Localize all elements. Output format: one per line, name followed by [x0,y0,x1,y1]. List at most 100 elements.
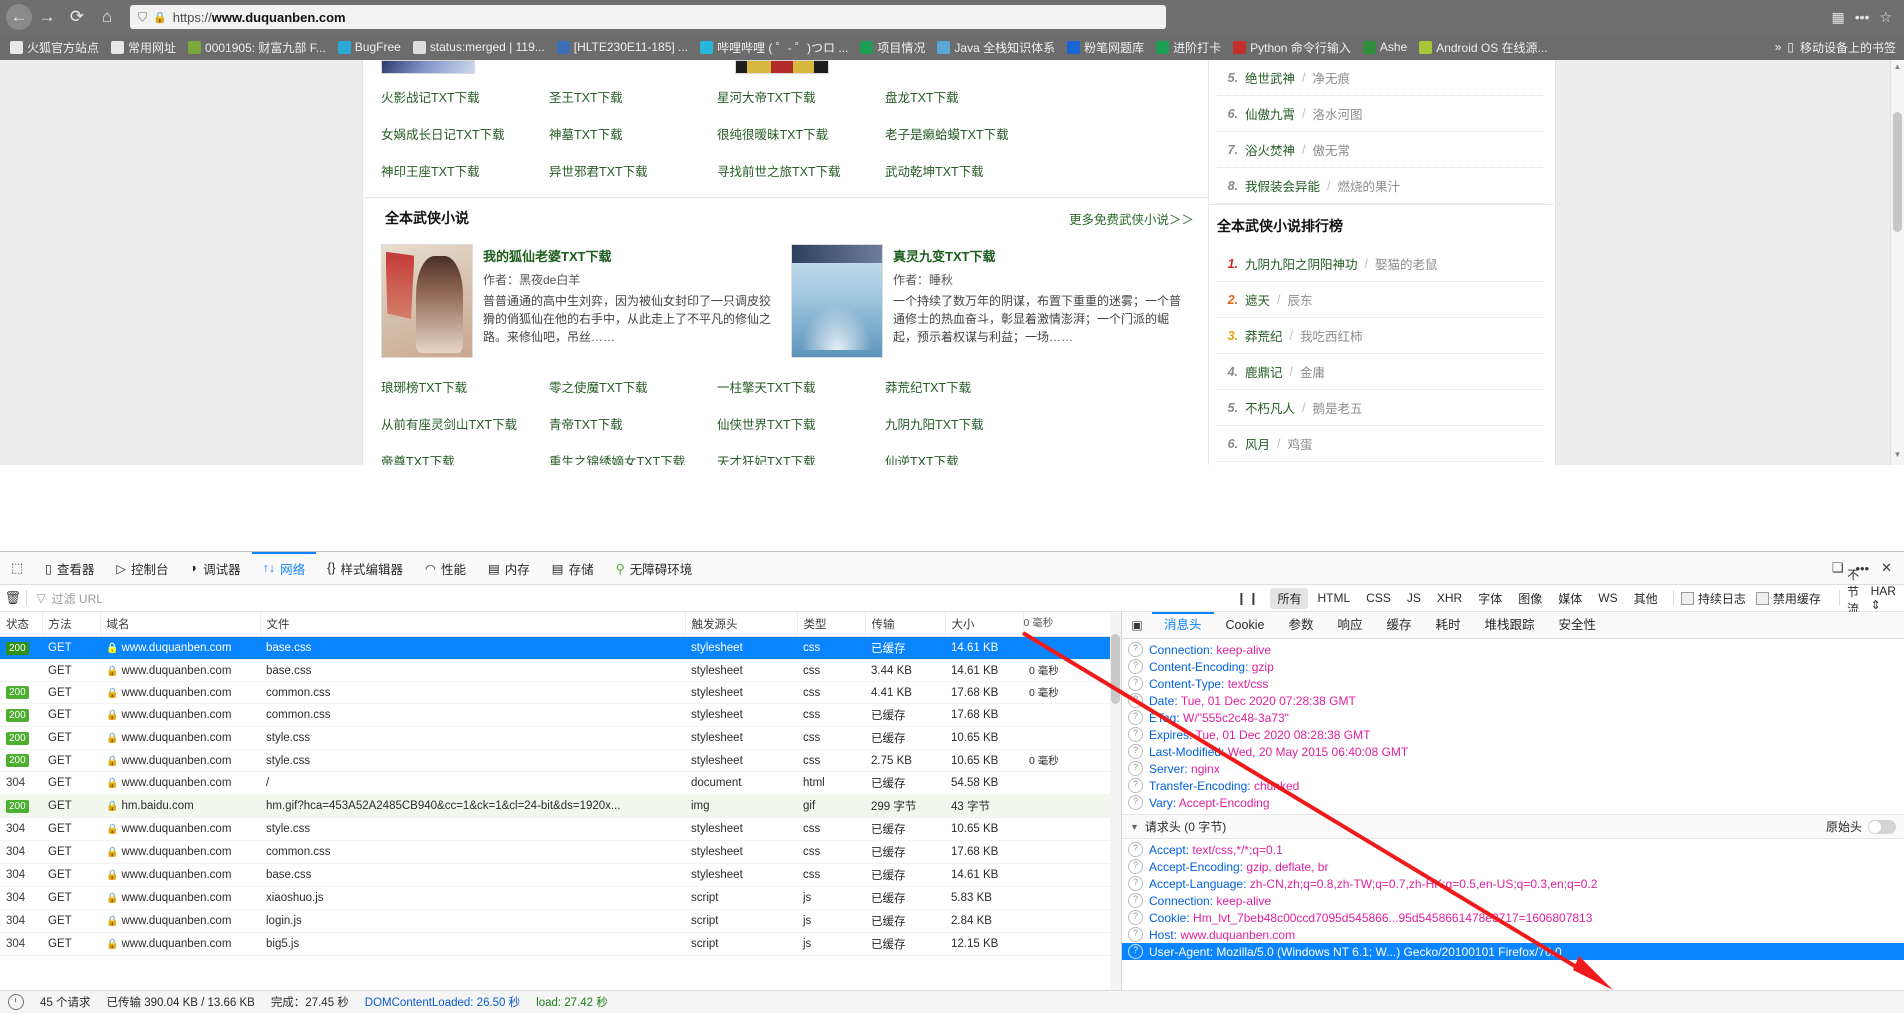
network-request-row[interactable]: 200 GET 🔒 www.duquanben.com common.css styles… [0,703,1121,727]
help-icon[interactable]: ? [1128,693,1143,708]
forward-button[interactable]: → [32,3,62,31]
header-row[interactable]: ? Connection: keep-alive [1122,892,1904,909]
novel-download-link[interactable]: 武动乾坤TXT下载 [885,152,1053,189]
network-request-row[interactable]: 304 GET 🔒 www.duquanben.com xiaoshuo.js scrip… [0,886,1121,910]
filter-type-XHR[interactable]: XHR [1430,589,1469,607]
help-icon[interactable]: ? [1128,876,1143,891]
devtools-tab-查看器[interactable]: ▯ 查看器 [34,552,105,584]
header-row[interactable]: ? Expires: Tue, 01 Dec 2020 08:28:38 GMT [1122,726,1904,743]
novel-download-link[interactable]: 重生之锦绣嫡女TXT下载 [549,442,717,465]
rank-list-item[interactable]: 4. 鹿鼎记 / 金庸 [1217,354,1544,390]
novel-download-link[interactable]: 很纯很暧昧TXT下载 [717,115,885,152]
network-request-row[interactable]: 200 GET 🔒 www.duquanben.com style.css stylesh… [0,726,1121,750]
novel-download-link[interactable]: 帝尊TXT下载 [381,442,549,465]
devtools-tab-样式编辑器[interactable]: {} 样式编辑器 [316,552,414,584]
network-request-row[interactable]: 304 GET 🔒 www.duquanben.com big5.js script js 已… [0,932,1121,956]
network-request-row[interactable]: GET 🔒 www.duquanben.com base.css stylesheet c… [0,659,1121,682]
rank-book-link[interactable]: 我假装会异能 [1245,176,1320,195]
rank-book-link[interactable]: 不朽凡人 [1245,398,1295,417]
header-row[interactable]: ? Content-Encoding: gzip [1122,658,1904,675]
scrollbar-thumb[interactable] [1893,112,1902,232]
rank-list-item[interactable]: 2. 遮天 / 辰东 [1217,282,1544,318]
help-icon[interactable]: ? [1128,795,1143,810]
raw-headers-toggle[interactable] [1868,819,1896,834]
help-icon[interactable]: ? [1128,778,1143,793]
bookmark-item[interactable]: 常用网址 [105,35,182,59]
help-icon[interactable]: ? [1128,642,1143,657]
request-headers-group-header[interactable]: ▼ 请求头 (0 字节) 原始头 [1122,814,1904,839]
column-header-传输[interactable]: 传输 [865,612,946,637]
filter-type-CSS[interactable]: CSS [1359,589,1398,607]
filter-type-图像[interactable]: 图像 [1511,588,1549,609]
bookmark-item[interactable]: 粉笔网题库 [1061,35,1150,59]
rank-book-link[interactable]: 风月 [1245,434,1270,453]
novel-download-link[interactable]: 一柱擎天TXT下载 [717,368,885,405]
clear-requests-icon[interactable]: 🗑 [0,590,26,606]
details-tab-缓存[interactable]: 缓存 [1374,612,1423,638]
devtools-tab-无障碍环境[interactable]: ⚲ 无障碍环境 [605,552,704,584]
network-request-row[interactable]: 304 GET 🔒 www.duquanben.com login.js script js… [0,909,1121,933]
filter-type-所有[interactable]: 所有 [1270,587,1309,609]
expand-panel-icon[interactable]: ▣ [1122,618,1152,632]
novel-download-link[interactable]: 女娲成长日记TXT下载 [381,115,549,152]
scroll-up-arrow[interactable]: ▲ [1891,62,1904,75]
novel-download-link[interactable]: 九阴九阳TXT下载 [885,405,1053,442]
rank-list-item[interactable]: 5. 不朽凡人 / 鹅是老五 [1217,390,1544,426]
header-row[interactable]: ? Transfer-Encoding: chunked [1122,777,1904,794]
novel-download-link[interactable]: 神印王座TXT下载 [381,152,549,189]
details-tab-堆栈跟踪[interactable]: 堆栈跟踪 [1473,612,1547,638]
rank-book-link[interactable]: 绝世武神 [1245,68,1295,87]
network-request-row[interactable]: 304 GET 🔒 www.duquanben.com / document html 已缓存… [0,771,1121,795]
novel-download-link[interactable]: 盘龙TXT下载 [885,78,1053,115]
help-icon[interactable]: ? [1128,761,1143,776]
novel-download-link[interactable]: 天才狂妃TXT下载 [717,442,885,465]
book-title-link[interactable]: 我的狐仙老婆TXT下载 [483,246,781,265]
devtools-tab-内存[interactable]: ▤ 内存 [477,552,541,584]
header-row[interactable]: ? ETag: W/"555c2c48-3a73" [1122,709,1904,726]
network-request-row[interactable]: 200 GET 🔒 www.duquanben.com style.css stylesh… [0,749,1121,772]
persist-logs-checkbox[interactable]: 持续日志 [1680,590,1746,607]
help-icon[interactable]: ? [1128,676,1143,691]
header-row[interactable]: ? Accept-Encoding: gzip, deflate, br [1122,858,1904,875]
rank-list-item[interactable]: 3. 莽荒纪 / 我吃西红柿 [1217,318,1544,354]
header-row[interactable]: ? Connection: keep-alive [1122,641,1904,658]
column-header-文件[interactable]: 文件 [260,612,686,637]
rank-book-link[interactable]: 遮天 [1245,290,1270,309]
column-header-大小[interactable]: 大小 [945,612,1024,637]
address-bar[interactable]: ⛉ 🔒 https://www.duquanben.com [130,5,1166,29]
column-header-状态[interactable]: 状态 [0,612,43,637]
help-icon[interactable]: ? [1128,744,1143,759]
filter-url-input[interactable]: ▽ 过滤 URL [26,590,1226,607]
header-row[interactable]: ? User-Agent: Mozilla/5.0 (Windows NT 6.1… [1122,943,1904,960]
rank-book-link[interactable]: 仙傲九霄 [1245,104,1295,123]
filter-type-HTML[interactable]: HTML [1310,589,1357,607]
help-icon[interactable]: ? [1128,659,1143,674]
novel-download-link[interactable]: 零之使魔TXT下载 [549,368,717,405]
bookmarks-overflow-chevron[interactable]: » [1775,40,1782,54]
network-request-row[interactable]: 304 GET 🔒 www.duquanben.com style.css stylesh… [0,817,1121,841]
back-button[interactable]: ← [6,4,32,30]
header-row[interactable]: ? Vary: Accept-Encoding [1122,794,1904,811]
rank-list-item[interactable]: 1. 九阴九阳之阴阳神功 / 娶猫的老鼠 [1217,246,1544,282]
rank-list-item[interactable]: 7.一念永恒/耳根 [1217,462,1544,465]
filter-type-其他[interactable]: 其他 [1627,588,1665,609]
rank-book-link[interactable]: 鹿鼎记 [1245,362,1283,381]
novel-download-link[interactable]: 神墓TXT下载 [549,115,717,152]
network-request-row[interactable]: 200 GET 🔒 www.duquanben.com common.css styles… [0,681,1121,704]
bookmark-item[interactable]: Java 全栈知识体系 [931,35,1061,59]
devtools-tab-网络[interactable]: ↑↓ 网络 [252,552,317,584]
novel-download-link[interactable]: 青帝TXT下载 [549,405,717,442]
header-row[interactable]: ? Accept: text/css,*/*;q=0.1 [1122,841,1904,858]
rank-list-item[interactable]: 5. 绝世武神 / 净无痕 [1217,60,1544,96]
filter-type-媒体[interactable]: 媒体 [1551,588,1589,609]
pause-recording-icon[interactable]: ❙❙ [1226,591,1270,605]
rank-book-link[interactable]: 莽荒纪 [1245,326,1283,345]
devtools-tab-调试器[interactable]: ◗ 调试器 [180,552,252,584]
book-title-link[interactable]: 真灵九变TXT下载 [893,246,1191,265]
mobile-bookmarks-label[interactable]: 移动设备上的书签 [1800,39,1896,56]
column-header-类型[interactable]: 类型 [797,612,866,637]
devtools-tab-性能[interactable]: ◠ 性能 [414,552,477,584]
bookmark-item[interactable]: Ashe [1357,35,1413,59]
qr-icon[interactable]: ▦ [1831,9,1844,26]
novel-download-link[interactable]: 火影战记TXT下载 [381,78,549,115]
